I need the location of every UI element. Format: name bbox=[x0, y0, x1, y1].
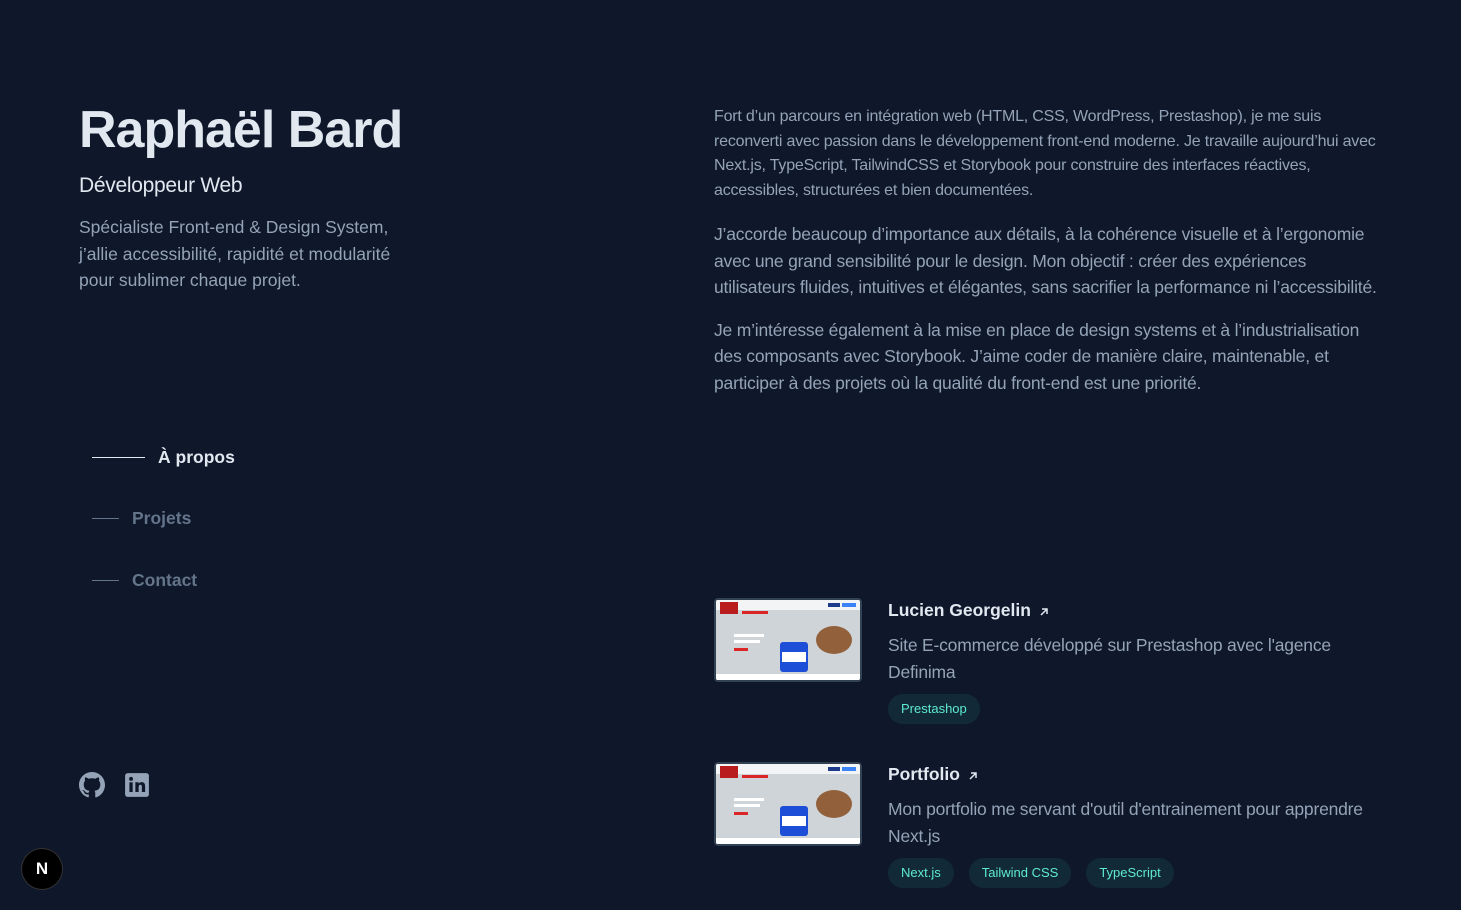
nav-item-label: Projets bbox=[132, 508, 192, 528]
about-section: Fort d’un parcours en intégration web (H… bbox=[714, 105, 1386, 412]
nextjs-logo-icon: N bbox=[35, 859, 49, 878]
project-screenshot-image bbox=[716, 600, 860, 680]
nav-item-projects[interactable]: Projets bbox=[92, 502, 235, 536]
project-description: Site E-commerce développé sur Prestashop… bbox=[888, 635, 1331, 682]
tech-tag: Tailwind CSS bbox=[968, 858, 1072, 888]
tech-tag: Prestashop bbox=[888, 694, 980, 724]
nav-item-label: À propos bbox=[158, 446, 235, 467]
arrow-up-right-icon bbox=[969, 772, 977, 780]
nav-item-contact[interactable]: Contact bbox=[92, 563, 235, 597]
nextjs-dev-indicator[interactable]: N bbox=[22, 849, 62, 889]
project-thumbnail bbox=[714, 762, 862, 846]
nav-item-about[interactable]: À propos bbox=[92, 440, 235, 474]
arrow-up-right-icon bbox=[1040, 608, 1048, 616]
project-thumbnail bbox=[714, 598, 862, 682]
project-body: Portfolio Mon portfolio me servant d'out… bbox=[888, 762, 1388, 888]
section-nav: À propos Projets Contact bbox=[92, 440, 235, 625]
profile-name[interactable]: Raphaël Bard bbox=[79, 100, 499, 160]
tech-tag: TypeScript bbox=[1086, 858, 1174, 888]
project-title-link[interactable]: Portfolio bbox=[888, 762, 1388, 786]
project-screenshot-image bbox=[716, 764, 860, 844]
nav-indicator-line bbox=[92, 456, 145, 458]
project-body: Lucien Georgelin Site E-commerce dévelop… bbox=[888, 598, 1388, 724]
linkedin-icon[interactable] bbox=[124, 772, 150, 798]
nav-item-label: Contact bbox=[132, 569, 198, 590]
project-title: Lucien Georgelin bbox=[888, 600, 1031, 620]
nav-indicator-line bbox=[92, 518, 119, 519]
about-paragraph: Je m’intéresse également à la mise en pl… bbox=[714, 319, 1360, 393]
project-tags: Prestashop bbox=[888, 694, 1388, 724]
profile-role: Développeur Web bbox=[79, 174, 243, 197]
page: Raphaël Bard Développeur Web Spécialiste… bbox=[0, 0, 1461, 910]
project-title-link[interactable]: Lucien Georgelin bbox=[888, 598, 1388, 622]
profile-header: Raphaël Bard Développeur Web Spécialiste… bbox=[79, 100, 499, 294]
project-tags: Next.js Tailwind CSS TypeScript bbox=[888, 858, 1388, 888]
project-card[interactable]: Lucien Georgelin Site E-commerce dévelop… bbox=[714, 598, 1386, 724]
profile-tagline: Spécialiste Front-end & Design System, j… bbox=[79, 217, 391, 290]
projects-section: Lucien Georgelin Site E-commerce dévelop… bbox=[714, 598, 1386, 910]
github-icon[interactable] bbox=[79, 772, 105, 798]
tech-tag: Next.js bbox=[888, 858, 954, 888]
project-card[interactable]: Portfolio Mon portfolio me servant d'out… bbox=[714, 762, 1386, 888]
nav-indicator-line bbox=[92, 579, 119, 581]
about-paragraph: Fort d’un parcours en intégration web (H… bbox=[714, 108, 1376, 199]
project-description: Mon portfolio me servant d'outil d'entra… bbox=[888, 799, 1363, 846]
social-links bbox=[79, 772, 150, 798]
about-paragraph: J’accorde beaucoup d’importance aux déta… bbox=[714, 224, 1377, 297]
project-title: Portfolio bbox=[888, 764, 960, 784]
